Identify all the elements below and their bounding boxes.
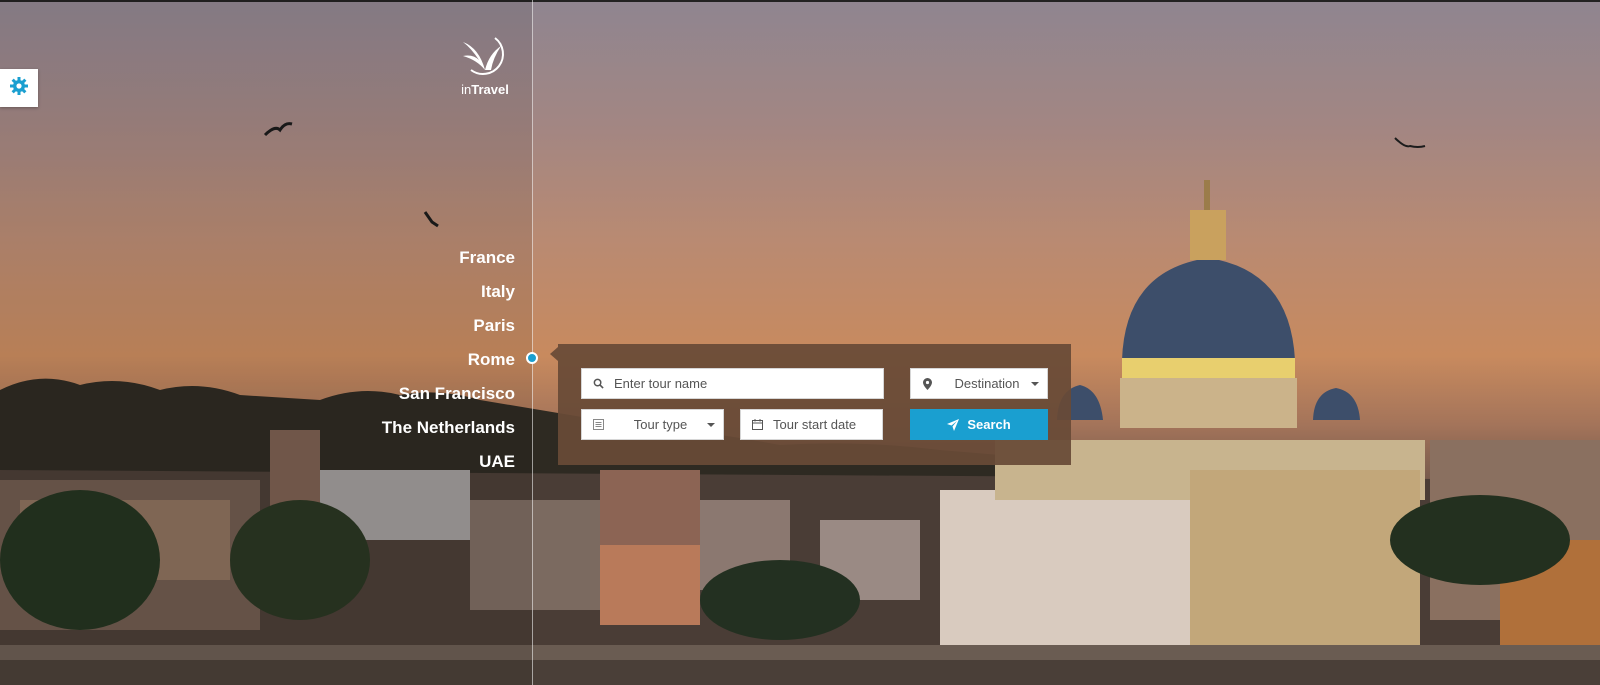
destination-item-france[interactable]: France [382,243,515,277]
tour-start-date-placeholder: Tour start date [773,417,857,432]
destination-item-rome[interactable]: Rome [382,345,515,379]
calendar-icon [749,419,765,430]
destination-item-paris[interactable]: Paris [382,311,515,345]
tour-search-panel [550,344,1071,465]
destination-select-label: Destination [954,376,1020,391]
settings-button[interactable] [0,69,38,107]
tour-type-select-label: Tour type [633,417,688,432]
destination-item-the-netherlands[interactable]: The Netherlands [382,413,515,447]
destination-select[interactable]: Destination [910,368,1048,399]
tour-name-placeholder: Enter tour name [614,376,708,391]
tour-type-select[interactable]: Tour type [581,409,724,440]
intravel-logo[interactable]: inTravel [454,34,516,97]
chevron-down-icon [1031,381,1039,386]
gear-icon [9,76,29,100]
tour-start-date-input[interactable]: Tour start date [740,409,883,440]
destination-item-italy[interactable]: Italy [382,277,515,311]
search-button-label: Search [967,417,1011,432]
destination-item-san-francisco[interactable]: San Francisco [382,379,515,413]
map-pin-icon [919,377,935,390]
destination-nav: France Italy Paris Rome San Francisco Th… [382,243,515,481]
list-icon [590,419,606,430]
active-destination-indicator [526,352,538,364]
tour-name-input[interactable]: Enter tour name [581,368,884,399]
destination-item-uae[interactable]: UAE [382,447,515,481]
logo-text: inTravel [461,82,509,97]
search-icon [590,378,606,389]
chevron-down-icon [707,422,715,427]
paper-plane-icon [947,418,960,431]
search-button[interactable]: Search [910,409,1048,440]
